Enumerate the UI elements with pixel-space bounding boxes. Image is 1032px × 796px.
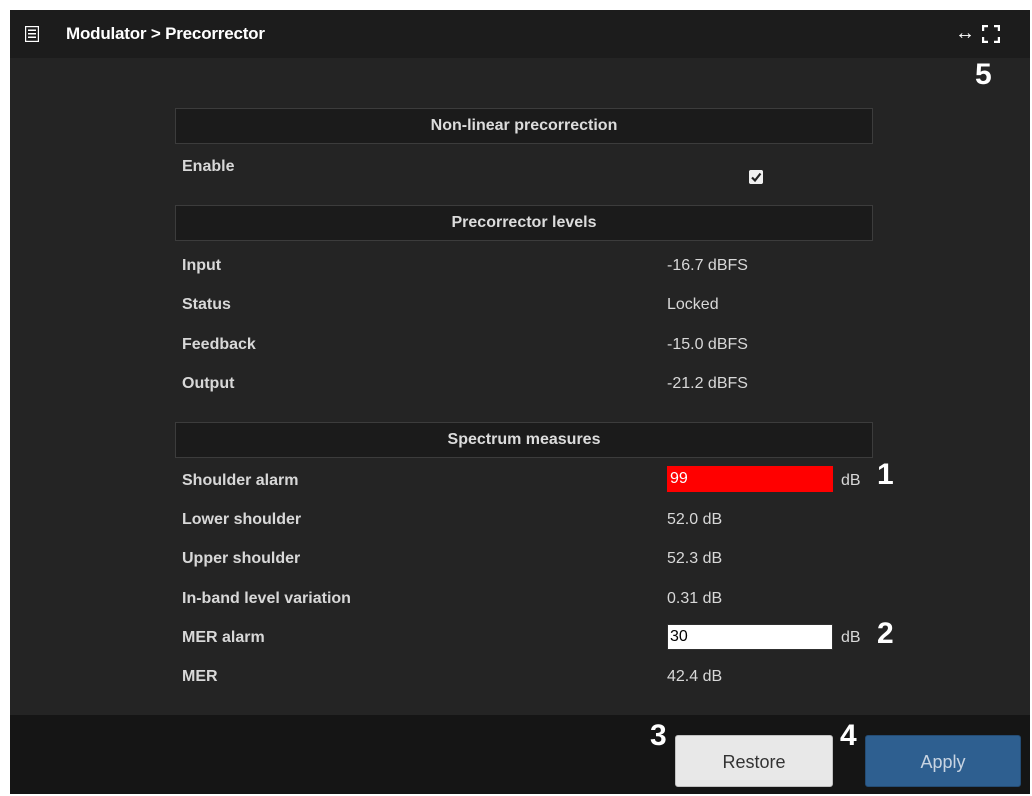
mer-value: 42.4 dB: [667, 668, 723, 685]
callout-4: 4: [840, 719, 857, 752]
callout-5: 5: [975, 58, 992, 91]
enable-label: Enable: [182, 158, 235, 175]
list-icon: [25, 26, 39, 42]
feedback-value: -15.0 dBFS: [667, 336, 748, 353]
callout-1: 1: [877, 458, 894, 491]
section-header-spectrum: Spectrum measures: [175, 422, 873, 458]
restore-button[interactable]: Restore: [675, 735, 833, 787]
inband-variation-label: In-band level variation: [182, 590, 351, 607]
mer-alarm-label: MER alarm: [182, 629, 265, 646]
mer-alarm-input[interactable]: 30: [667, 624, 833, 650]
breadcrumb: Modulator > Precorrector: [66, 24, 265, 43]
input-label: Input: [182, 257, 222, 274]
callout-2: 2: [877, 617, 894, 650]
status-value: Locked: [667, 296, 719, 313]
section-header-nonlinear: Non-linear precorrection: [175, 108, 873, 144]
enable-checkbox[interactable]: [749, 170, 763, 184]
lower-shoulder-value: 52.0 dB: [667, 511, 723, 528]
shoulder-alarm-unit: dB: [841, 472, 861, 489]
status-label: Status: [182, 296, 231, 313]
mer-alarm-unit: dB: [841, 629, 861, 646]
section-header-levels: Precorrector levels: [175, 205, 873, 241]
output-value: -21.2 dBFS: [667, 375, 748, 392]
mer-label: MER: [182, 668, 218, 685]
feedback-label: Feedback: [182, 336, 256, 353]
upper-shoulder-value: 52.3 dB: [667, 550, 723, 567]
upper-shoulder-label: Upper shoulder: [182, 550, 301, 567]
fullscreen-icon[interactable]: [982, 25, 1000, 43]
precorrector-window: Modulator > Precorrector ↔ 5 Non-linear …: [10, 10, 1030, 794]
footer-bar: 3 Restore 4 Apply: [10, 715, 1030, 794]
callout-3: 3: [650, 719, 667, 752]
shoulder-alarm-input[interactable]: 99: [667, 466, 833, 492]
input-value: -16.7 dBFS: [667, 257, 748, 274]
inband-variation-value: 0.31 dB: [667, 590, 723, 607]
shoulder-alarm-label: Shoulder alarm: [182, 472, 299, 489]
resize-horizontal-icon[interactable]: ↔: [955, 23, 975, 43]
apply-button[interactable]: Apply: [865, 735, 1021, 787]
title-bar: Modulator > Precorrector ↔: [10, 10, 1030, 58]
output-label: Output: [182, 375, 235, 392]
lower-shoulder-label: Lower shoulder: [182, 511, 302, 528]
